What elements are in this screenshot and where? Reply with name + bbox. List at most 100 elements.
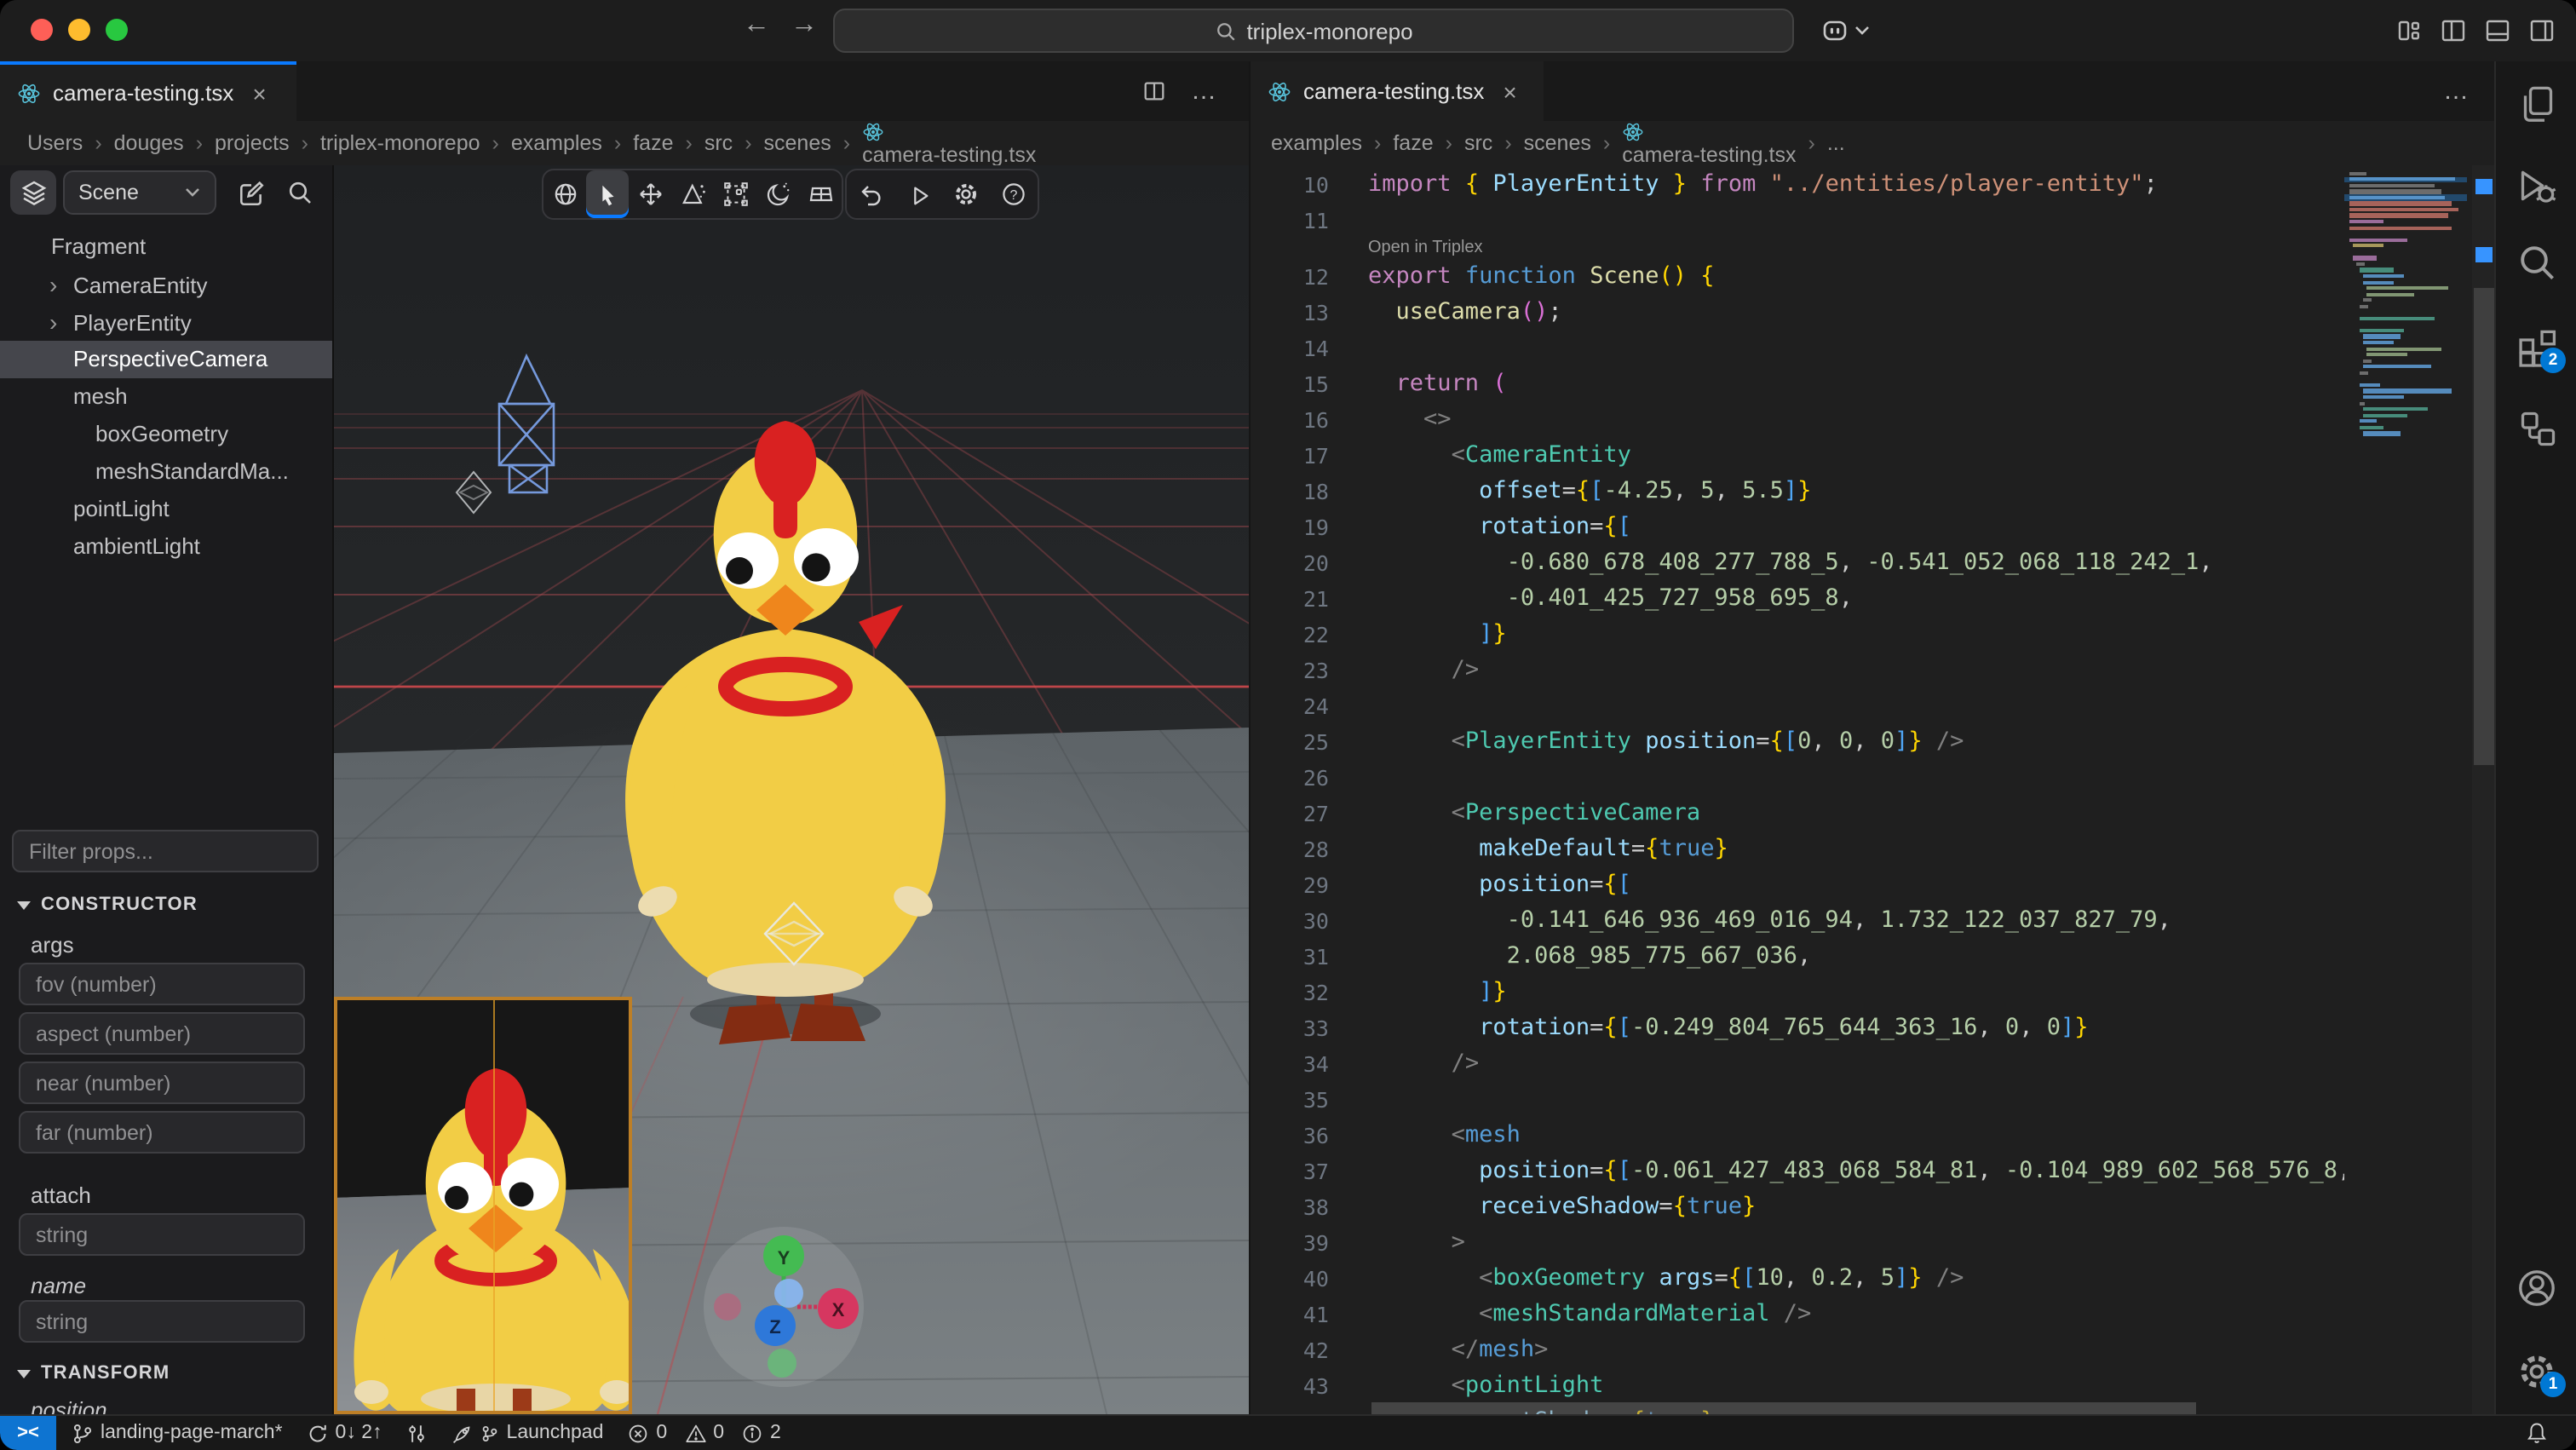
prop-name-input[interactable]: [19, 1300, 305, 1343]
horizontal-scrollbar-thumb[interactable]: [1371, 1402, 2196, 1414]
history-back-button[interactable]: ←: [743, 10, 770, 41]
prop-far-input[interactable]: [19, 1111, 305, 1154]
grid-view-icon[interactable]: [799, 170, 842, 218]
breadcrumb-item[interactable]: ...: [1827, 131, 1845, 155]
copy-pages-icon[interactable]: [2516, 83, 2557, 124]
props-section-header[interactable]: CONSTRUCTOR: [17, 895, 198, 915]
filter-props-input[interactable]: [12, 830, 319, 872]
code-line[interactable]: 20 -0.680_678_408_277_788_5, -0.541_052_…: [1251, 545, 2344, 581]
tab-camera-testing[interactable]: camera-testing.tsx ×: [0, 61, 296, 121]
history-forward-button[interactable]: →: [791, 10, 818, 41]
code-line[interactable]: 18 offset={[-4.25, 5, 5.5]}: [1251, 474, 2344, 509]
settings-gear-icon[interactable]: [942, 170, 990, 218]
toggle-secondary-sidebar-icon[interactable]: [2528, 17, 2556, 44]
tab-close-icon[interactable]: ×: [252, 79, 266, 106]
code-line[interactable]: 16 <>: [1251, 402, 2344, 438]
code-line[interactable]: 12export function Scene() {: [1251, 259, 2344, 295]
breadcrumb-item[interactable]: camera-testing.tsx: [1622, 121, 1796, 165]
code-line[interactable]: 36 <mesh: [1251, 1118, 2344, 1154]
hierarchy-icon[interactable]: [2516, 407, 2557, 448]
breadcrumb-item[interactable]: faze: [633, 131, 673, 155]
settings-gear-icon[interactable]: 1: [2516, 1351, 2557, 1392]
notifications-bell-icon[interactable]: [2525, 1421, 2549, 1445]
codelens-open-in-triplex[interactable]: Open in Triplex: [1251, 239, 2344, 259]
move-tool-icon[interactable]: [629, 170, 671, 218]
scrollbar-thumb[interactable]: [2474, 288, 2494, 765]
undo-icon[interactable]: [847, 170, 894, 218]
edit-component-button[interactable]: [230, 174, 271, 211]
scene-tree-item[interactable]: Fragment: [0, 228, 332, 266]
prop-fov-input[interactable]: [19, 963, 305, 1005]
search-icon[interactable]: [2516, 242, 2557, 283]
window-minimize-button[interactable]: [68, 19, 90, 41]
chevron-down-icon[interactable]: [1854, 24, 1871, 37]
breadcrumb-item[interactable]: triplex-monorepo: [320, 131, 480, 155]
extensions-icon[interactable]: 2: [2516, 327, 2557, 368]
tab-close-icon[interactable]: ×: [1503, 78, 1516, 105]
account-icon[interactable]: [2516, 1268, 2557, 1309]
code-line[interactable]: 28 makeDefault={true}: [1251, 831, 2344, 867]
git-branch-item[interactable]: landing-page-march*: [72, 1422, 283, 1444]
code-line[interactable]: 42 </mesh>: [1251, 1332, 2344, 1368]
code-line[interactable]: 39 >: [1251, 1225, 2344, 1261]
breadcrumb[interactable]: examples›faze›src›scenes›camera-testing.…: [1251, 121, 2494, 165]
code-line[interactable]: 19 rotation={[: [1251, 509, 2344, 545]
axis-gizmo[interactable]: Y X Z: [704, 1227, 864, 1387]
breadcrumb-item[interactable]: projects: [215, 131, 290, 155]
breadcrumb-item[interactable]: douges: [114, 131, 184, 155]
scene-tree-item[interactable]: meshStandardMa...: [0, 453, 332, 491]
code-line[interactable]: 26: [1251, 760, 2344, 796]
breadcrumb-item[interactable]: scenes: [764, 131, 831, 155]
code-line[interactable]: 37 position={[-0.061_427_483_068_584_81,…: [1251, 1154, 2344, 1189]
code-line[interactable]: 41 <meshStandardMaterial />: [1251, 1297, 2344, 1332]
breadcrumb-item[interactable]: examples: [511, 131, 602, 155]
prop-attach-input[interactable]: [19, 1213, 305, 1256]
code-line[interactable]: 27 <PerspectiveCamera: [1251, 796, 2344, 831]
marquee-select-icon[interactable]: [714, 170, 756, 218]
select-tool-icon[interactable]: [586, 170, 629, 218]
prop-aspect-input[interactable]: [19, 1012, 305, 1055]
command-center-search[interactable]: triplex-monorepo: [833, 9, 1794, 53]
scene-layers-button[interactable]: [10, 170, 56, 215]
code-line[interactable]: 15 return (: [1251, 366, 2344, 402]
breadcrumb-item[interactable]: examples: [1271, 131, 1362, 155]
code-line[interactable]: 14: [1251, 331, 2344, 366]
prop-near-input[interactable]: [19, 1062, 305, 1104]
axis-neg-x-handle[interactable]: [714, 1293, 741, 1321]
breadcrumb-item[interactable]: camera-testing.tsx: [862, 121, 1036, 165]
camera-preview[interactable]: [334, 997, 632, 1414]
props-section-header[interactable]: TRANSFORM: [17, 1363, 170, 1384]
scene-selector[interactable]: Scene: [63, 170, 216, 215]
code-line[interactable]: 11: [1251, 203, 2344, 239]
code-line[interactable]: 23 />: [1251, 653, 2344, 688]
code-line[interactable]: 10import { PlayerEntity } from "../entit…: [1251, 167, 2344, 203]
code-line[interactable]: 22 ]}: [1251, 617, 2344, 653]
breadcrumb-item[interactable]: src: [704, 131, 733, 155]
window-zoom-button[interactable]: [106, 19, 128, 41]
commit-graph-icon[interactable]: [406, 1422, 428, 1444]
vertical-scrollbar[interactable]: [2472, 165, 2496, 1414]
code-line[interactable]: 29 position={[: [1251, 867, 2344, 903]
code-line[interactable]: 13 useCamera();: [1251, 295, 2344, 331]
scene-tree-item[interactable]: ambientLight: [0, 528, 332, 566]
tab-camera-testing-editor[interactable]: camera-testing.tsx ×: [1251, 61, 1544, 121]
code-line[interactable]: 33 rotation={[-0.249_804_765_644_363_16,…: [1251, 1010, 2344, 1046]
code-line[interactable]: 24: [1251, 688, 2344, 724]
customize-layout-icon[interactable]: [2395, 17, 2423, 44]
code-line[interactable]: 40 <boxGeometry args={[10, 0.2, 5]} />: [1251, 1261, 2344, 1297]
toggle-panel-icon[interactable]: [2484, 17, 2511, 44]
copilot-icon[interactable]: [1820, 15, 1850, 46]
code-line[interactable]: 38 receiveShadow={true}: [1251, 1189, 2344, 1225]
code-line[interactable]: 21 -0.401_425_727_958_695_8,: [1251, 581, 2344, 617]
window-close-button[interactable]: [31, 19, 53, 41]
code-line[interactable]: 32 ]}: [1251, 975, 2344, 1010]
scene-tree-item[interactable]: boxGeometry: [0, 416, 332, 453]
remote-indicator[interactable]: ><: [0, 1416, 56, 1450]
code-line[interactable]: 30 -0.141_646_936_469_016_94, 1.732_122_…: [1251, 903, 2344, 939]
launchpad-item[interactable]: Launchpad: [452, 1422, 604, 1444]
axis-neg-z-handle[interactable]: [774, 1279, 803, 1308]
scene-tree-item[interactable]: ›PlayerEntity: [0, 303, 332, 341]
scene-tree-item[interactable]: PerspectiveCamera: [0, 341, 332, 378]
scene-tree-item[interactable]: ›CameraEntity: [0, 266, 332, 303]
minimap[interactable]: [2344, 165, 2472, 1414]
